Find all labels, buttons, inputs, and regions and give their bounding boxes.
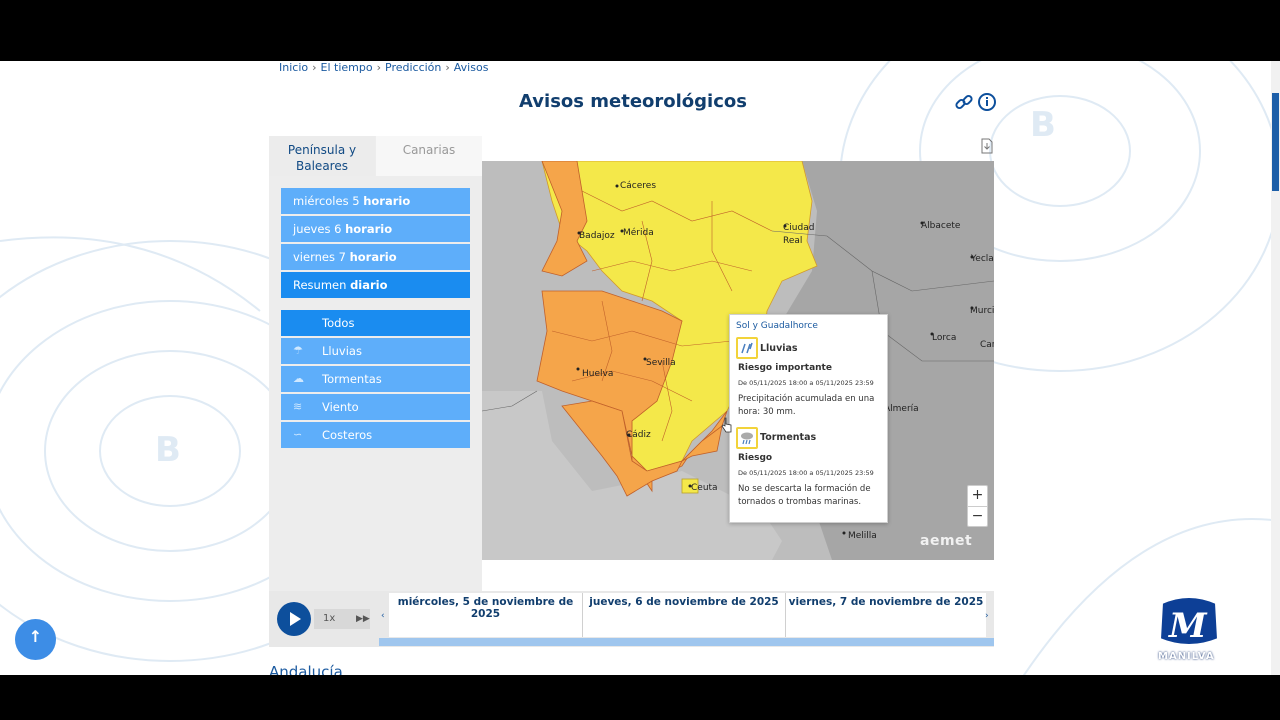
speed-value: 1x [323, 613, 336, 624]
map-label-badajoz: Badajoz [579, 231, 615, 241]
map-label-ciudad: Ciudad [783, 223, 815, 233]
map-label-murcia: Murci [970, 306, 994, 316]
arrow-up-icon: ↑ [28, 627, 43, 646]
letterbox-bottom [0, 675, 1280, 720]
map-label-huelva: Huelva [582, 369, 614, 379]
popup-hazard-tormentas: Tormentas [760, 432, 817, 443]
breadcrumb-avisos[interactable]: Avisos [454, 61, 489, 74]
info-icon[interactable] [977, 92, 997, 112]
svg-text:M: M [1168, 606, 1208, 646]
popup-hazard-lluvias: Lluvias [760, 343, 798, 354]
map-label-cartagena: Car [980, 340, 994, 350]
zoom-control: + − [967, 485, 988, 527]
popup-date-1: De 05/11/2025 18:00 a 05/11/2025 23:59 [738, 379, 874, 387]
map-label-caceres: Cáceres [620, 181, 657, 191]
map-label-real: Real [783, 236, 803, 246]
map-label-melilla: Melilla [848, 531, 877, 541]
category-lluvias[interactable]: ☂ Lluvias [281, 338, 470, 364]
breadcrumb-prediccion[interactable]: Predicción [385, 61, 441, 74]
download-icon[interactable] [980, 138, 994, 154]
cursor-icon [721, 417, 732, 433]
rain-icon: ☂ [293, 344, 303, 357]
tab-peninsula[interactable]: Península y Baleares [269, 136, 375, 176]
tab-canarias[interactable]: Canarias [376, 136, 482, 176]
zoom-out-button[interactable]: − [968, 507, 987, 527]
aemet-logo: aemet [920, 533, 973, 549]
breadcrumb: Inicio › El tiempo › Predicción › Avisos [279, 61, 489, 74]
fast-forward-icon[interactable]: ▶▶ [356, 609, 370, 629]
scroll-thumb[interactable] [1272, 93, 1279, 191]
map-label-ceuta: Ceuta [691, 483, 718, 493]
timeline-days: miércoles, 5 de noviembre de 2025 jueves… [389, 593, 986, 637]
map-label-almeria: Almería [884, 404, 919, 414]
timeline-scrollbar[interactable] [379, 638, 994, 646]
zoom-in-button[interactable]: + [968, 486, 987, 507]
timeline-day-wednesday[interactable]: miércoles, 5 de noviembre de 2025 [389, 593, 583, 637]
svg-text:B: B [155, 430, 181, 470]
timeline-next-arrow[interactable]: › [985, 611, 989, 621]
brand-name: MANILVA [1158, 651, 1215, 662]
rain-warning-icon [736, 337, 758, 359]
popup-desc-1: Precipitación acumulada en una hora: 30 … [738, 394, 875, 417]
page: B B Inicio › El tiempo › Predicción › Avisos A… [0, 61, 1280, 675]
side-panel: Península y Baleares Canarias miércoles … [269, 136, 482, 594]
play-button[interactable] [277, 602, 311, 636]
day-button-daily-summary[interactable]: Resumen diario [281, 272, 470, 298]
category-viento[interactable]: ≋ Viento [281, 394, 470, 420]
map-label-yecla: Yecla [971, 254, 994, 264]
wind-icon: ≋ [293, 400, 303, 413]
title-actions [954, 91, 998, 113]
storm-warning-icon [736, 427, 758, 449]
popup-date-2: De 05/11/2025 18:00 a 05/11/2025 23:59 [738, 469, 874, 477]
timeline-day-thursday[interactable]: jueves, 6 de noviembre de 2025 [583, 593, 786, 637]
wave-icon: ∽ [293, 428, 303, 441]
popup-risk-2: Riesgo [738, 453, 773, 463]
map-label-albacete: Albacete [921, 221, 961, 231]
popup-region: Sol y Guadalhorce [736, 321, 818, 331]
day-button-wednesday[interactable]: miércoles 5 horario [281, 188, 470, 214]
page-scrollbar[interactable] [1271, 61, 1280, 675]
category-todos[interactable]: Todos [281, 310, 470, 336]
section-title: Andalucía [269, 663, 343, 675]
day-button-friday[interactable]: viernes 7 horario [281, 244, 470, 270]
timeline: 1x ▶▶ ‹ miércoles, 5 de noviembre de 202… [269, 591, 994, 647]
map-label-lorca: Lorca [932, 333, 957, 343]
speed-control[interactable]: 1x ▶▶ [314, 609, 370, 629]
timeline-day-friday[interactable]: viernes, 7 de noviembre de 2025 [786, 593, 986, 637]
category-tormentas[interactable]: ☁ Tormentas [281, 366, 470, 392]
scroll-to-top-button[interactable]: ↑ [15, 619, 56, 660]
svg-text:B: B [1030, 105, 1056, 145]
popup-desc-2: No se descarta la formación de tornados … [738, 484, 871, 507]
day-button-thursday[interactable]: jueves 6 horario [281, 216, 470, 242]
map-label-cadiz: Cádiz [626, 430, 651, 440]
popup-risk-1: Riesgo importante [738, 363, 832, 373]
category-costeros[interactable]: ∽ Costeros [281, 422, 470, 448]
breadcrumb-el-tiempo[interactable]: El tiempo [321, 61, 373, 74]
page-title: Avisos meteorológicos [519, 91, 747, 112]
letterbox-top [0, 0, 1280, 61]
breadcrumb-inicio[interactable]: Inicio [279, 61, 308, 74]
link-icon[interactable] [954, 92, 974, 112]
map-label-sevilla: Sevilla [646, 358, 676, 368]
warning-popup[interactable]: Sol y Guadalhorce Lluvias Riesgo importa… [729, 314, 888, 523]
timeline-prev-arrow[interactable]: ‹ [381, 611, 385, 621]
map-label-merida: Mérida [623, 228, 654, 238]
storm-icon: ☁ [293, 372, 304, 385]
